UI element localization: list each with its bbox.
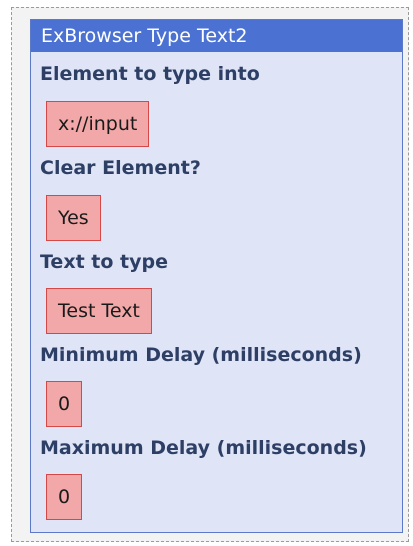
field-label-clear-element: Clear Element? bbox=[40, 157, 201, 179]
maximum-delay-value-field[interactable]: 0 bbox=[46, 474, 83, 520]
text-to-type-value-field[interactable]: Test Text bbox=[46, 288, 152, 334]
minimum-delay-value-field[interactable]: 0 bbox=[46, 381, 83, 427]
field-label-minimum-delay: Minimum Delay (milliseconds) bbox=[40, 344, 362, 366]
field-label-text-to-type: Text to type bbox=[40, 251, 168, 273]
element-value-field[interactable]: x://input bbox=[46, 101, 150, 147]
clear-element-value-field[interactable]: Yes bbox=[46, 195, 101, 241]
block-title[interactable]: ExBrowser Type Text2 bbox=[31, 20, 402, 52]
field-label-maximum-delay: Maximum Delay (milliseconds) bbox=[40, 437, 367, 459]
action-block[interactable]: ExBrowser Type Text2 Element to type int… bbox=[30, 19, 403, 533]
field-label-element: Element to type into bbox=[40, 63, 260, 85]
